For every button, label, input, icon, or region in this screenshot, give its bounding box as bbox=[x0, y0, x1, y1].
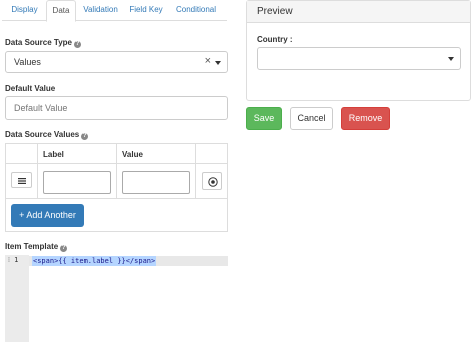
tab-display[interactable]: Display bbox=[5, 0, 44, 21]
tab-validation[interactable]: Validation bbox=[78, 0, 123, 21]
data-values-table: Label Value + Add Another bbox=[5, 143, 228, 232]
code-editor[interactable]: ⁞ 1 <span>{{ item.label }}</span> bbox=[5, 255, 228, 342]
default-value-label: Default Value bbox=[5, 84, 55, 93]
fold-icon[interactable]: ⁞ bbox=[8, 256, 10, 264]
data-source-type-label: Data Source Type? bbox=[5, 38, 81, 48]
caret-down-icon[interactable] bbox=[215, 61, 221, 65]
drag-handle-icon bbox=[18, 178, 26, 184]
data-source-values-text: Data Source Values bbox=[5, 130, 80, 139]
header-label: Label bbox=[43, 150, 64, 159]
column-divider bbox=[116, 144, 117, 198]
add-another-button[interactable]: + Add Another bbox=[11, 204, 84, 227]
country-label: Country : bbox=[257, 35, 293, 44]
row-divider bbox=[6, 198, 227, 199]
item-template-label: Item Template? bbox=[5, 242, 68, 252]
value-cell-input[interactable] bbox=[122, 171, 190, 194]
caret-down-icon[interactable] bbox=[448, 57, 454, 61]
data-source-type-text: Data Source Type bbox=[5, 38, 72, 47]
save-button[interactable]: Save bbox=[246, 107, 282, 130]
remove-circle-icon bbox=[208, 177, 218, 187]
column-divider bbox=[37, 144, 38, 198]
cancel-button[interactable]: Cancel bbox=[290, 107, 333, 130]
data-source-type-value: Values bbox=[14, 57, 41, 67]
drag-handle-button[interactable] bbox=[11, 172, 32, 188]
line-number: 1 bbox=[14, 256, 19, 264]
fold-line-number: ⁞ 1 bbox=[5, 256, 29, 266]
label-cell-input[interactable] bbox=[43, 171, 111, 194]
preview-header: Preview bbox=[247, 1, 470, 23]
data-source-type-select[interactable]: Values × bbox=[5, 51, 228, 73]
item-template-text: Item Template bbox=[5, 242, 59, 251]
help-icon[interactable]: ? bbox=[60, 245, 68, 252]
tab-conditional[interactable]: Conditional bbox=[169, 0, 223, 21]
default-value-text: Default Value bbox=[5, 84, 56, 93]
remove-row-button[interactable] bbox=[202, 172, 222, 190]
code-line[interactable]: <span>{{ item.label }}</span> bbox=[32, 256, 157, 266]
clear-icon[interactable]: × bbox=[205, 55, 211, 67]
default-value-input[interactable] bbox=[5, 96, 228, 120]
data-source-values-label: Data Source Values? bbox=[5, 130, 89, 140]
editor-gutter bbox=[5, 255, 29, 342]
help-icon[interactable]: ? bbox=[81, 133, 89, 140]
header-value: Value bbox=[122, 150, 143, 159]
column-divider bbox=[195, 144, 196, 198]
tab-field-key[interactable]: Field Key bbox=[125, 0, 167, 21]
preview-panel: Preview Country : bbox=[246, 0, 471, 101]
tab-data[interactable]: Data bbox=[46, 0, 76, 22]
tab-bar: Display Data Validation Field Key Condit… bbox=[2, 0, 227, 22]
preview-title: Preview bbox=[257, 6, 293, 17]
remove-button[interactable]: Remove bbox=[341, 107, 390, 130]
help-icon[interactable]: ? bbox=[73, 41, 81, 48]
country-select[interactable] bbox=[257, 47, 461, 70]
